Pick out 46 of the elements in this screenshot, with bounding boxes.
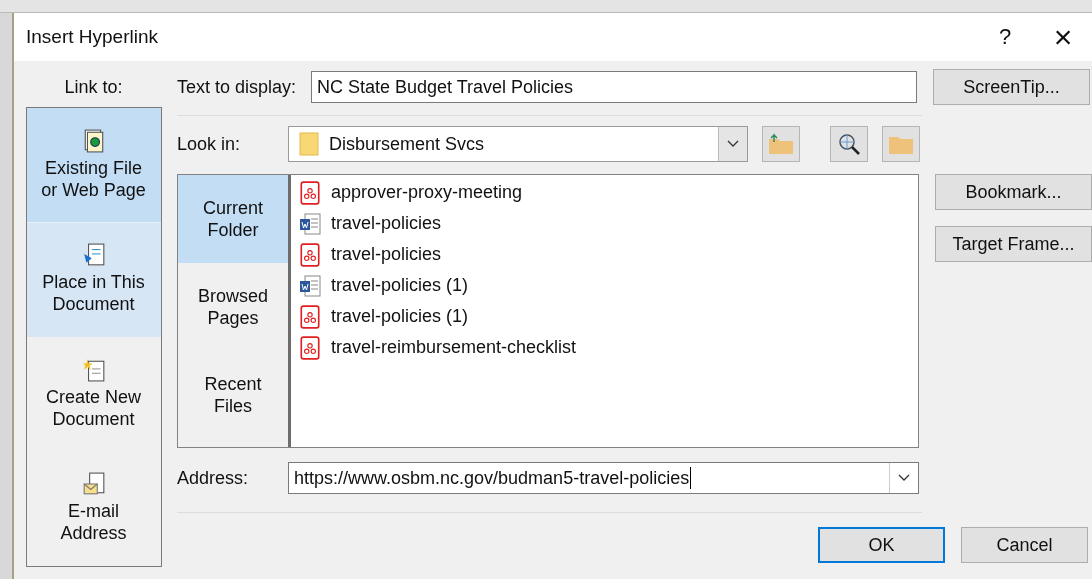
pdf-file-icon [299,242,321,267]
text-to-display-label: Text to display: [177,76,298,98]
ok-button[interactable]: OK [818,527,945,563]
window-title: Insert Hyperlink [26,26,159,48]
screentip-button[interactable]: ScreenTip... [933,69,1090,105]
word-file-icon [299,273,321,298]
folder-icon [299,132,319,156]
link-to-label: Link to: [64,76,123,99]
look-in-dropdown[interactable]: Disbursement Svcs [288,126,748,162]
file-item[interactable]: travel-policies (1) [291,301,918,332]
pdf-file-icon [299,304,321,329]
pdf-file-icon [299,335,321,360]
browse-web-button[interactable] [830,126,868,162]
up-folder-button[interactable] [762,126,800,162]
word-file-icon [299,211,321,236]
text-to-display-field[interactable]: NC State Budget Travel Policies [311,71,917,103]
chevron-down-icon [727,140,739,148]
address-label: Address: [177,467,250,489]
side-button[interactable]: Bookmark... [935,174,1092,210]
file-item[interactable]: travel-policies (1) [291,270,918,301]
address-field[interactable]: https://www.osbm.nc.gov/budman5-travel-policies [288,462,919,494]
document-globe-icon [82,128,105,153]
link-type-item[interactable]: Create New Document [26,337,161,452]
link-type-item[interactable]: Place in This Document [26,222,161,337]
new-document-icon [82,357,105,382]
side-button[interactable]: Target Frame... [935,226,1092,262]
folder-arrow-icon [768,133,794,155]
look-in-label: Look in: [177,133,242,155]
document-arrow-icon [82,243,105,268]
file-item[interactable]: travel-policies [291,239,918,270]
close-button[interactable]: × [1034,17,1092,57]
chevron-down-icon [898,474,910,482]
browse-tab[interactable]: Current Folder [178,175,288,263]
link-type-item[interactable]: Existing File or Web Page [26,108,161,223]
globe-magnifier-icon [837,132,861,156]
pdf-file-icon [299,180,321,205]
browse-file-button[interactable] [882,126,920,162]
browse-tab[interactable]: Browsed Pages [178,263,288,351]
browse-tab[interactable]: Recent Files [178,351,288,439]
file-item[interactable]: travel-policies [291,208,918,239]
document-envelope-icon [82,472,105,497]
file-item[interactable]: approver-proxy-meeting [291,177,918,208]
link-type-item[interactable]: E-mail Address [26,451,161,566]
help-button[interactable]: ? [976,17,1034,57]
cancel-button[interactable]: Cancel [961,527,1088,563]
file-item[interactable]: travel-reimbursement-checklist [291,332,918,363]
